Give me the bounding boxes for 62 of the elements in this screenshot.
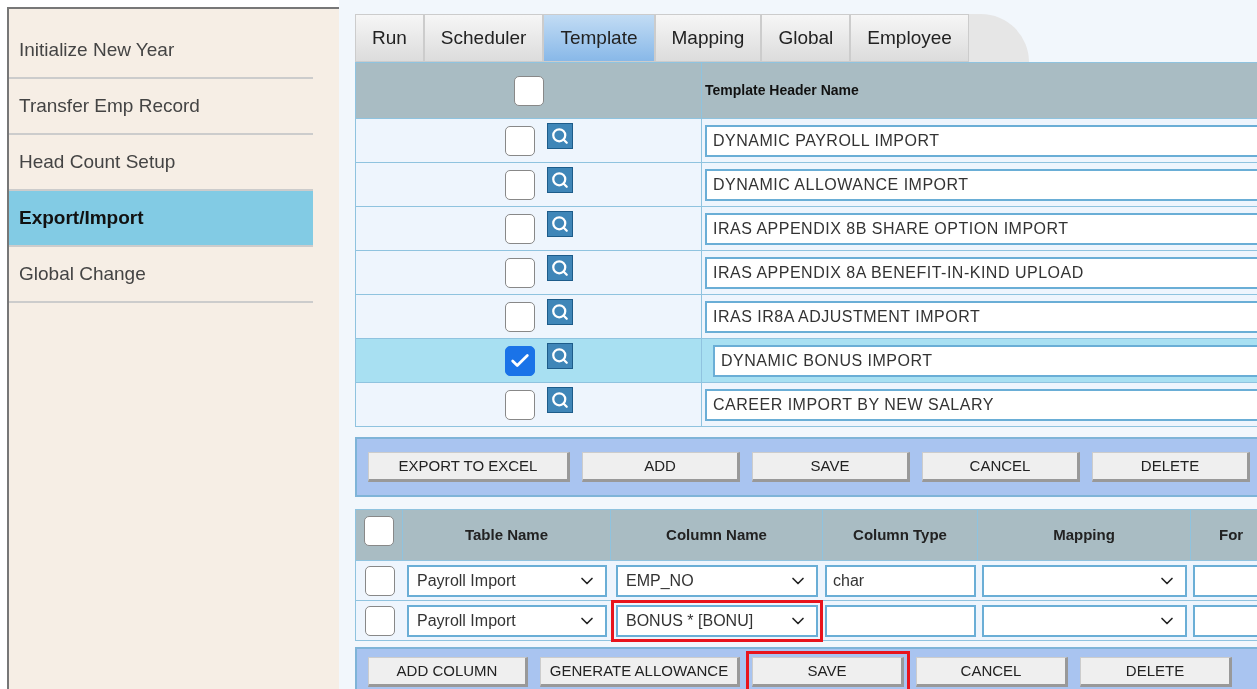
name-field[interactable]: DYNAMIC ALLOWANCE IMPORT [705, 168, 1257, 201]
action-button[interactable]: ADD COLUMN [368, 657, 528, 687]
search-icon[interactable] [546, 386, 573, 413]
checkbox[interactable] [513, 75, 544, 106]
select-field[interactable] [982, 604, 1187, 637]
action-button[interactable]: SAVE [752, 452, 910, 482]
name-field[interactable]: CAREER IMPORT BY NEW SALARY [705, 388, 1257, 421]
search-icon[interactable] [546, 298, 573, 325]
name-field[interactable]: DYNAMIC PAYROLL IMPORT [705, 124, 1257, 157]
checkbox[interactable] [364, 565, 395, 596]
action-button[interactable]: EXPORT TO EXCEL [368, 452, 570, 482]
checkbox[interactable] [504, 257, 535, 288]
tab[interactable]: Template [543, 14, 655, 62]
select-field[interactable] [982, 564, 1187, 597]
text-field[interactable] [825, 604, 976, 637]
action-button[interactable]: DELETE [1080, 657, 1232, 687]
action-button[interactable]: GENERATE ALLOWANCE [540, 657, 740, 687]
tab[interactable]: Scheduler [423, 14, 544, 62]
checkbox[interactable] [364, 516, 394, 546]
select-field[interactable]: EMP_NO [616, 564, 818, 597]
table-row[interactable]: IRAS APPENDIX 8A BENEFIT-IN-KIND UPLOAD [356, 250, 1257, 294]
checkbox[interactable] [504, 125, 535, 156]
tab[interactable]: Mapping [654, 14, 762, 62]
search-icon[interactable] [546, 342, 573, 369]
tab[interactable]: Employee [850, 14, 969, 62]
table-row[interactable]: DYNAMIC ALLOWANCE IMPORT [356, 162, 1257, 206]
name-field[interactable]: IRAS IR8A ADJUSTMENT IMPORT [705, 300, 1257, 333]
table-row[interactable]: DYNAMIC BONUS IMPORT [356, 338, 1257, 382]
tab[interactable]: Run [355, 14, 424, 62]
checkbox[interactable] [504, 301, 535, 332]
action-button[interactable]: SAVE [752, 657, 904, 687]
table-row[interactable]: IRAS IR8A ADJUSTMENT IMPORT [356, 294, 1257, 338]
search-icon[interactable] [546, 166, 573, 193]
action-button[interactable]: ADD [582, 452, 740, 482]
tab-strip-corner [968, 14, 1029, 62]
action-button[interactable]: CANCEL [916, 657, 1068, 687]
select-field[interactable]: Payroll Import [407, 564, 607, 597]
name-field[interactable]: IRAS APPENDIX 8A BENEFIT-IN-KIND UPLOAD [705, 256, 1257, 289]
action-button[interactable]: DELETE [1092, 452, 1250, 482]
checkbox[interactable] [504, 389, 535, 420]
name-field[interactable]: IRAS APPENDIX 8B SHARE OPTION IMPORT [705, 212, 1257, 245]
search-icon[interactable] [546, 210, 573, 237]
tab[interactable]: Global [761, 14, 851, 62]
checkbox[interactable] [364, 605, 395, 636]
column-header: Template Header Name [704, 81, 859, 100]
table-row[interactable]: DYNAMIC PAYROLL IMPORT [356, 118, 1257, 162]
sidebar-item[interactable]: Transfer Emp Record [9, 79, 313, 135]
table-row[interactable]: CAREER IMPORT BY NEW SALARY [356, 382, 1257, 426]
action-button[interactable]: CANCEL [922, 452, 1080, 482]
text-field[interactable]: char [825, 564, 976, 597]
checkbox[interactable] [504, 213, 535, 244]
search-icon[interactable] [546, 254, 573, 281]
checkbox[interactable] [504, 169, 535, 200]
checkbox[interactable] [504, 345, 535, 376]
sidebar-item[interactable]: Export/Import [9, 191, 313, 247]
name-field[interactable]: DYNAMIC BONUS IMPORT [713, 344, 1257, 377]
select-field[interactable]: BONUS * [BONU] [616, 604, 818, 637]
sidebar-item[interactable]: Initialize New Year [9, 23, 313, 79]
table-row[interactable]: IRAS APPENDIX 8B SHARE OPTION IMPORT [356, 206, 1257, 250]
search-icon[interactable] [546, 122, 573, 149]
select-field[interactable]: Payroll Import [407, 604, 607, 637]
sidebar-item[interactable]: Global Change [9, 247, 313, 303]
